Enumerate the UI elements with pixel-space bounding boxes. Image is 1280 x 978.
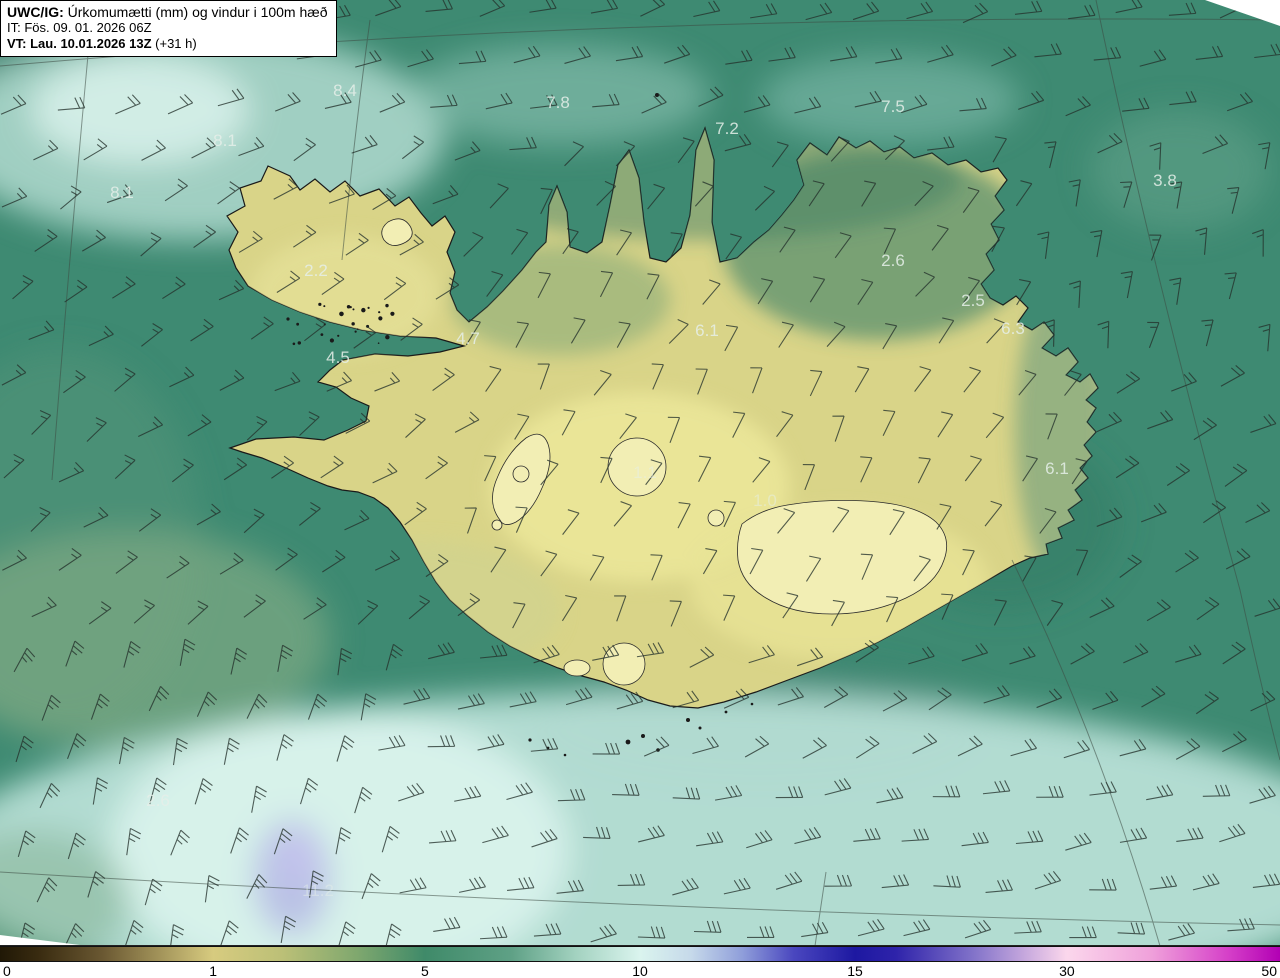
weather-map-app: 8.4 7.8 7.2 7.5 8.1 8.1 3.8 2.2 2.6 2.5 6.1 6.3 4.7 4…	[0, 0, 1280, 978]
valid-time: VT: Lau. 10.01.2026 13Z (+31 h)	[7, 36, 328, 52]
map-title: UWC/IG: Úrkomumætti (mm) og vindur i 100…	[7, 4, 328, 20]
precip-value-label: 1.0	[753, 491, 777, 510]
precip-value-label: 6.1	[1045, 459, 1069, 478]
colorbar-tick-label: 15	[847, 963, 863, 978]
precip-value-label: 11.2	[302, 881, 334, 900]
precip-value-label: 2.6	[146, 791, 170, 810]
init-time: IT: Fös. 09. 01. 2026 06Z	[7, 20, 328, 36]
colorbar-tick-label: 10	[632, 963, 648, 978]
colorbar-tick-label: 5	[421, 963, 429, 978]
precip-value-label: 6.1	[695, 321, 719, 340]
colorbar-tick-label: 50	[1261, 963, 1277, 978]
precip-colorbar-gradient	[0, 946, 1280, 962]
precip-value-label: 8.4	[333, 81, 357, 100]
precip-value-label: 8.1	[213, 131, 237, 150]
colorbar-tick-label: 30	[1059, 963, 1075, 978]
colorbar-tick-label: 0	[3, 963, 11, 978]
precip-value-label: 4.7	[456, 329, 480, 348]
precip-value-label: 4.5	[326, 348, 350, 367]
colorbar-tick-label: 1	[209, 963, 217, 978]
precip-value-label: 7.2	[715, 119, 739, 138]
colorbar-tick-labels: 01510153050	[0, 963, 1280, 978]
title-box: UWC/IG: Úrkomumætti (mm) og vindur i 100…	[0, 0, 337, 57]
precip-value-label: 2.5	[961, 291, 985, 310]
colorbar-area: 01510153050	[0, 946, 1280, 978]
precip-value-label: 1.1	[633, 463, 657, 482]
iceland-precip-wind-map: 8.4 7.8 7.2 7.5 8.1 8.1 3.8 2.2 2.6 2.5 6.1 6.3 4.7 4…	[0, 0, 1280, 946]
precip-value-label: 6.3	[1001, 319, 1025, 338]
precip-value-label: 2.6	[881, 251, 905, 270]
precip-value-label: 7.8	[546, 93, 570, 112]
map-canvas: 8.4 7.8 7.2 7.5 8.1 8.1 3.8 2.2 2.6 2.5 6.1 6.3 4.7 4…	[0, 0, 1280, 946]
precip-value-label: 7.5	[881, 97, 905, 116]
precip-value-label: 3.8	[1153, 171, 1177, 190]
precip-value-label: 8.1	[110, 183, 134, 202]
precip-value-label: 2.2	[304, 261, 328, 280]
